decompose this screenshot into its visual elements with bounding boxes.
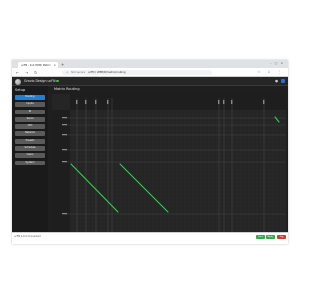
apply-button[interactable]: Apply [266,234,275,239]
app-header: Gravio Design ucFN ● [12,77,288,86]
browser-navbar: ← → ↻ ⚠ Not secure ucFN / WEB/#/matrix/r… [12,68,288,77]
status-dot [56,79,59,83]
save-button[interactable]: Save [256,234,265,239]
browser-toolbar-right[interactable]: ☆ ⇩ ⋮ [257,70,284,74]
address-bar[interactable]: ⚠ Not secure ucFN / WEB/#/matrix/routing [62,69,212,75]
page-title: Matrix Routing [54,87,80,91]
sidebar-item-users[interactable]: Users [15,153,45,159]
routing-grid-svg[interactable] [52,94,286,232]
app-title: Gravio Design ucFN [24,79,59,83]
user-icon[interactable]: ● [275,79,278,83]
sidebar-item-ir[interactable]: IR [15,109,45,115]
address-security: Not secure [71,70,86,74]
sidebar-item-schedule[interactable]: Schedule [15,146,45,151]
close-icon[interactable]: × [53,63,56,67]
sidebar-item-routing[interactable]: Routing [15,95,45,100]
menu-button[interactable] [281,79,285,83]
sidebar: Setup Routing Inputs IR Serial CEC Netwo… [12,86,48,232]
main-content: Matrix Routing [50,86,286,232]
forward-icon[interactable]: → [25,70,28,75]
logo-icon [15,78,21,85]
browser-window: ucFN - 4x4 HDMI Matrix × + –▢× ← → ↻ ⚠ N… [12,60,288,244]
warning-icon: ⚠ [66,70,69,74]
routing-grid[interactable] [52,94,286,232]
window-controls[interactable]: –▢× [270,61,286,65]
footer-text: ucFN 1.0.0 Connected [14,235,41,238]
header-actions: ● [275,79,285,83]
sidebar-item-network[interactable]: Network [15,131,45,137]
sidebar-title: Setup [15,88,26,92]
browser-tabbar: ucFN - 4x4 HDMI Matrix × + –▢× [12,60,288,68]
sidebar-item-inputs[interactable]: Inputs [15,102,45,108]
sidebar-item-system[interactable]: System [15,160,45,166]
log-button[interactable]: Log [277,234,286,239]
status-footer: ucFN 1.0.0 Connected Save Apply Log [12,232,288,244]
address-url: ucFN / WEB/#/matrix/routing [87,70,126,74]
sidebar-item-cec[interactable]: CEC [15,124,45,129]
reload-icon[interactable]: ↻ [34,70,37,75]
sidebar-item-serial[interactable]: Serial [15,116,45,122]
back-icon[interactable]: ← [16,70,19,75]
browser-tab-title: ucFN - 4x4 HDMI Matrix [21,63,51,67]
sidebar-item-presets[interactable]: Presets [15,138,45,144]
